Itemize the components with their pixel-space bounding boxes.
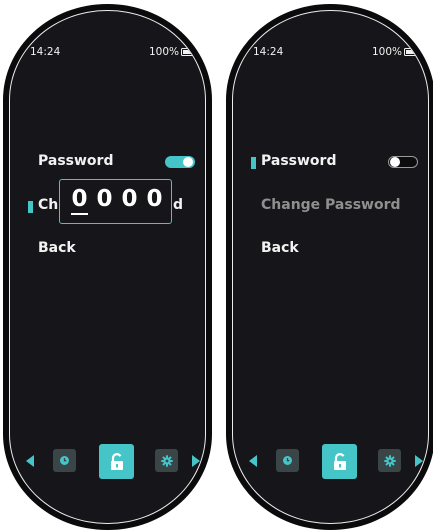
status-bar: 14:24 100% [233,46,428,60]
clock-tab[interactable] [276,449,299,472]
pin-digit-1[interactable]: 0 [70,186,89,212]
screen-left: 14:24 100% Password Ch d Back 0 0 0 0 [9,10,206,524]
status-time: 14:24 [30,46,61,58]
battery-indicator: 100% [148,46,199,58]
pin-entry-dialog[interactable]: 0 0 0 0 [59,179,172,224]
unlock-icon [333,452,346,470]
pin-cursor [71,213,88,215]
battery-percent: 100% [371,46,402,58]
gear-icon [383,454,396,467]
nav-left-arrow-icon[interactable] [249,455,257,467]
battery-icon [181,48,199,56]
pin-digit-2[interactable]: 0 [95,186,114,212]
battery-icon [404,48,422,56]
toggle-knob [183,157,193,167]
nav-right-arrow-icon[interactable] [192,455,200,467]
menu-item-back[interactable]: Back [38,240,76,256]
menu-item-change-password-partial-left[interactable]: Ch [38,197,58,213]
nav-left-arrow-icon[interactable] [26,455,34,467]
unlock-tab[interactable] [99,444,134,479]
menu-item-change-password[interactable]: Change Password [261,197,401,213]
status-bar: 14:24 100% [10,46,205,60]
selection-marker [251,157,256,169]
pin-digit-4[interactable]: 0 [145,186,164,212]
settings-tab[interactable] [155,449,178,472]
menu-item-back[interactable]: Back [261,240,299,256]
menu-item-change-password-partial-right[interactable]: d [173,197,183,213]
settings-tab[interactable] [378,449,401,472]
device-frame-left: 14:24 100% Password Ch d Back 0 0 0 0 [3,4,212,530]
unlock-icon [110,452,123,470]
toggle-knob [390,157,400,167]
bottom-nav [10,441,205,481]
clock-icon [60,456,69,465]
bottom-nav [233,441,428,481]
gear-icon [160,454,173,467]
menu-item-password[interactable]: Password [38,153,113,169]
password-toggle[interactable] [165,156,195,168]
menu-item-password[interactable]: Password [261,153,336,169]
selection-marker [28,201,33,213]
pin-digit-3[interactable]: 0 [120,186,139,212]
clock-icon [283,456,292,465]
status-time: 14:24 [253,46,284,58]
battery-indicator: 100% [371,46,422,58]
nav-right-arrow-icon[interactable] [415,455,423,467]
device-frame-right: 14:24 100% Password Change Password Back [226,4,433,530]
clock-tab[interactable] [53,449,76,472]
stage: 14:24 100% Password Ch d Back 0 0 0 0 14… [0,0,433,532]
battery-percent: 100% [148,46,179,58]
unlock-tab[interactable] [322,444,357,479]
screen-right: 14:24 100% Password Change Password Back [232,10,429,524]
password-toggle[interactable] [388,156,418,168]
